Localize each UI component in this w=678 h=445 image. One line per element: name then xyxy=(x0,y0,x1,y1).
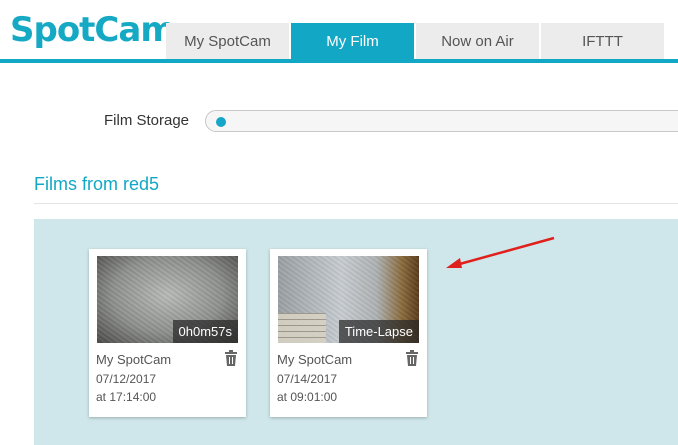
film-date: 07/12/2017 xyxy=(96,372,157,386)
tab-now-on-air[interactable]: Now on Air xyxy=(416,23,541,59)
film-storage-bar xyxy=(205,110,678,132)
film-date: 07/14/2017 xyxy=(277,372,338,386)
film-card[interactable]: 0h0m57s My SpotCam 07/12/2017 at 17:14:0… xyxy=(89,249,246,417)
tab-ifttt[interactable]: IFTTT xyxy=(541,23,666,59)
film-duration-badge: 0h0m57s xyxy=(172,320,238,343)
film-storage-fill xyxy=(216,117,226,127)
section-divider xyxy=(34,203,678,204)
film-storage-label: Film Storage xyxy=(104,112,190,129)
main-tabs: My SpotCam My Film Now on Air IFTTT xyxy=(166,23,666,59)
tab-my-spotcam[interactable]: My SpotCam xyxy=(166,23,291,59)
spotcam-logo[interactable]: SpotCam xyxy=(10,8,176,52)
film-time: at 17:14:00 xyxy=(96,390,157,404)
header-accent-bar xyxy=(0,59,678,63)
film-camera-name: My SpotCam xyxy=(96,352,172,367)
section-title: Films from red5 xyxy=(34,174,160,194)
trash-icon[interactable] xyxy=(405,350,419,366)
annotation-arrow-icon xyxy=(446,236,555,268)
film-time: at 09:01:00 xyxy=(277,390,338,404)
film-camera-name: My SpotCam xyxy=(277,352,353,367)
film-card[interactable]: Time-Lapse My SpotCam 07/14/2017 at 09:0… xyxy=(270,249,427,417)
trash-icon[interactable] xyxy=(224,350,238,366)
thumbnail-scene-object xyxy=(278,313,326,343)
film-thumbnail[interactable]: 0h0m57s xyxy=(97,256,238,343)
film-type-badge: Time-Lapse xyxy=(338,320,419,343)
film-thumbnail[interactable]: Time-Lapse xyxy=(278,256,419,343)
tab-my-film[interactable]: My Film xyxy=(291,23,416,59)
